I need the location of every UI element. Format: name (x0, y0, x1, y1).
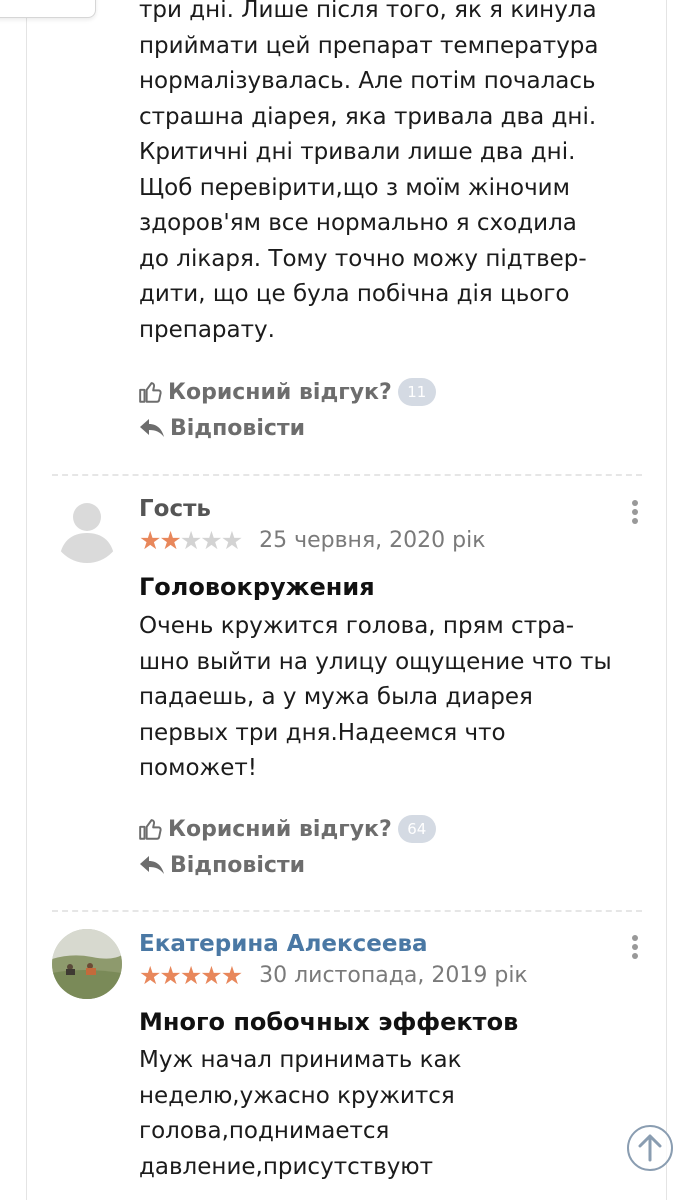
review-rating: ★ ★ ★ ★ ★ 30 листопада, 2019 рік (139, 963, 528, 988)
previous-review-text: три дні. Лише після того, як я кинула пр… (139, 0, 599, 343)
more-vert-icon[interactable] (632, 935, 640, 962)
scroll-top-button[interactable] (627, 1125, 673, 1171)
thumbs-up-icon (139, 819, 162, 840)
helpful-button[interactable]: Корисний відгук? 11 (138, 374, 436, 410)
top-partial-button[interactable] (0, 0, 96, 18)
review-date: 25 червня, 2020 рік (259, 528, 486, 553)
thumbs-up-icon (139, 382, 162, 403)
star-icon: ★ (139, 961, 161, 990)
review-title: Много побочных эффектов (139, 1008, 519, 1036)
review-date: 30 листопада, 2019 рік (259, 963, 528, 988)
star-icon: ★ (200, 961, 222, 990)
reply-button[interactable]: Відповісти (138, 847, 436, 883)
photo-avatar (52, 929, 122, 999)
star-icon: ★ (200, 526, 222, 555)
review-author[interactable]: Гость (139, 496, 211, 522)
helpful-count-badge: 64 (397, 815, 436, 843)
review-title: Головокружения (139, 573, 375, 601)
star-rating: ★ ★ ★ ★ ★ (139, 526, 243, 555)
reply-arrow-icon (140, 419, 164, 437)
review-actions: Корисний відгук? 64 Відповісти (138, 811, 436, 883)
review-text: Муж начал принимать как неделю,ужасно кр… (139, 1047, 462, 1180)
review-divider (52, 474, 642, 476)
star-icon: ★ (159, 961, 181, 990)
star-rating: ★ ★ ★ ★ ★ (139, 961, 243, 990)
guest-avatar-icon (52, 493, 122, 563)
helpful-count-badge: 11 (397, 378, 436, 406)
star-icon: ★ (159, 526, 181, 555)
review-rating: ★ ★ ★ ★ ★ 25 червня, 2020 рік (139, 528, 486, 553)
review-divider (52, 910, 642, 912)
reply-button[interactable]: Відповісти (138, 410, 436, 446)
star-icon: ★ (179, 526, 202, 555)
content-frame-left-border (26, 0, 27, 1200)
content-frame-right-border (666, 0, 667, 1200)
review-author[interactable]: Екатерина Алексеева (139, 931, 428, 957)
star-icon: ★ (139, 526, 161, 555)
scroll-top-icon (638, 1134, 662, 1162)
reply-arrow-icon (140, 856, 164, 874)
helpful-button[interactable]: Корисний відгук? 64 (138, 811, 436, 847)
star-icon: ★ (179, 961, 202, 990)
more-vert-icon[interactable] (632, 500, 640, 527)
review-text: Очень кружится голова, прям стра- шно вы… (139, 613, 612, 781)
previous-review-actions: Корисний відгук? 11 Відповісти (138, 374, 436, 446)
star-icon: ★ (220, 526, 243, 555)
star-icon: ★ (220, 961, 243, 990)
